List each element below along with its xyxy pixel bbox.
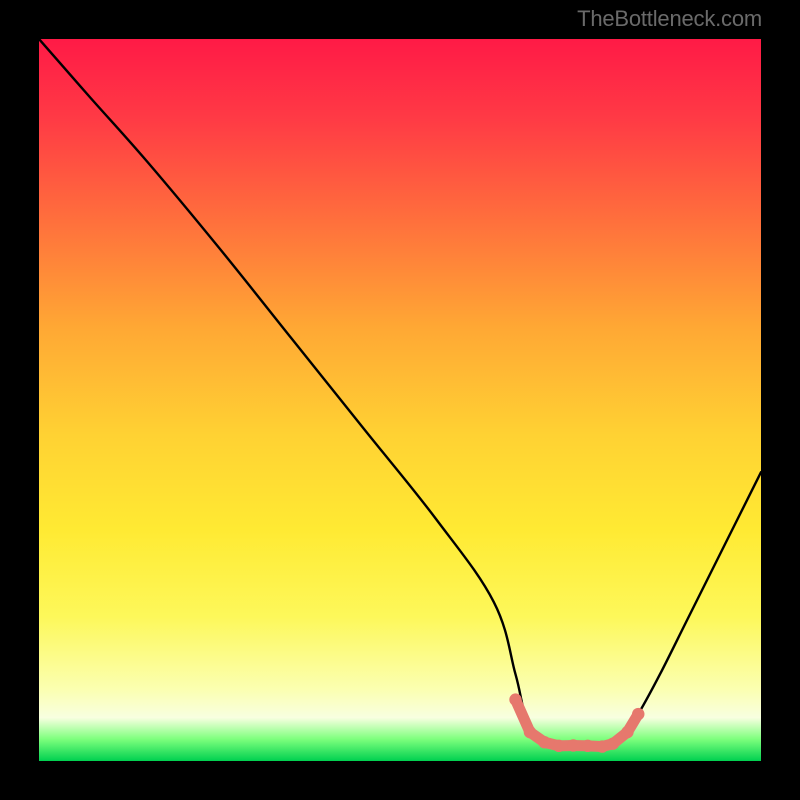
bottleneck-curve xyxy=(39,39,761,747)
watermark-text: TheBottleneck.com xyxy=(577,6,762,32)
chart-frame: TheBottleneck.com xyxy=(0,0,800,800)
marker-segment xyxy=(602,744,613,747)
marker-segment xyxy=(588,746,602,747)
marker-dot xyxy=(509,693,521,705)
marker-dot xyxy=(582,740,594,752)
marker-dot xyxy=(553,740,565,752)
marker-segment xyxy=(627,714,638,732)
plot-area xyxy=(39,39,761,761)
marker-dot xyxy=(596,740,608,752)
marker-segment xyxy=(516,700,530,732)
marker-dot xyxy=(524,726,536,738)
marker-dot xyxy=(567,739,579,751)
marker-dot xyxy=(538,736,550,748)
marker-dot xyxy=(621,726,633,738)
marker-dot xyxy=(607,737,619,749)
marker-segment xyxy=(613,732,627,744)
marker-segment xyxy=(544,742,558,746)
marker-dot xyxy=(632,708,644,720)
curve-layer xyxy=(39,39,761,761)
bottleneck-range-markers xyxy=(509,693,644,752)
marker-segment xyxy=(530,732,544,742)
